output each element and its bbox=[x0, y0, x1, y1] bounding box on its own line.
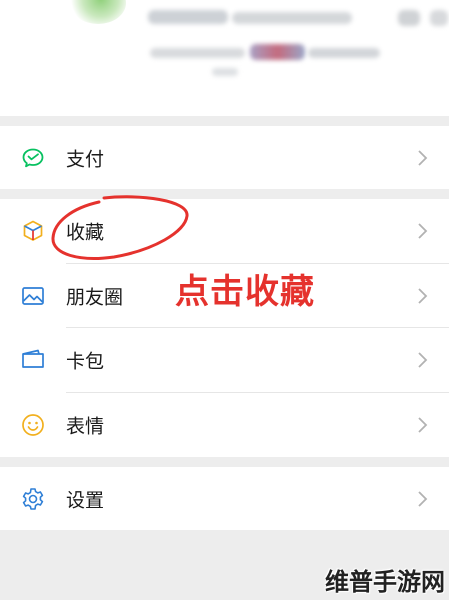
smiley-icon bbox=[20, 412, 46, 438]
chevron-right-icon bbox=[416, 351, 428, 369]
menu-item-pay[interactable]: 支付 bbox=[0, 126, 449, 189]
menu-group-main: 收藏 朋友圈 卡包 表情 bbox=[0, 199, 449, 457]
chevron-right-icon bbox=[416, 149, 428, 167]
annotation-text: 点击收藏 bbox=[175, 272, 315, 312]
menu-label-moments: 朋友圈 bbox=[66, 286, 124, 309]
menu-item-favorites[interactable]: 收藏 bbox=[0, 199, 449, 264]
blurred-status-text bbox=[308, 48, 380, 58]
menu-item-settings[interactable]: 设置 bbox=[0, 467, 449, 530]
favorites-cube-icon bbox=[20, 218, 46, 244]
chevron-right-icon bbox=[416, 416, 428, 434]
blurred-chevron bbox=[430, 10, 448, 26]
chevron-right-icon bbox=[416, 222, 428, 240]
gear-icon bbox=[20, 486, 46, 512]
watermark: 维普手游网 bbox=[325, 568, 445, 596]
blurred-status bbox=[150, 48, 245, 58]
menu-group-settings: 设置 bbox=[0, 467, 449, 530]
blurred-qr-icon bbox=[398, 10, 420, 26]
chevron-right-icon bbox=[416, 490, 428, 508]
wechat-pay-icon bbox=[20, 145, 46, 171]
blurred-text bbox=[232, 12, 352, 24]
menu-group-pay: 支付 bbox=[0, 126, 449, 189]
blurred-friend-avatars bbox=[250, 44, 305, 60]
menu-label-pay: 支付 bbox=[66, 148, 105, 170]
chevron-right-icon bbox=[416, 287, 428, 305]
profile-header-blurred[interactable] bbox=[0, 0, 449, 116]
blurred-dots bbox=[212, 68, 238, 76]
avatar bbox=[70, 0, 126, 24]
menu-item-cards[interactable]: 卡包 bbox=[0, 328, 449, 393]
card-wallet-icon bbox=[20, 347, 46, 373]
menu-item-stickers[interactable]: 表情 bbox=[0, 393, 449, 458]
menu-label-favorites: 收藏 bbox=[66, 221, 105, 244]
image-icon bbox=[20, 283, 46, 309]
blurred-nickname bbox=[148, 10, 228, 24]
menu-label-stickers: 表情 bbox=[66, 415, 105, 438]
menu-label-settings: 设置 bbox=[66, 489, 105, 511]
menu-label-cards: 卡包 bbox=[66, 350, 105, 373]
